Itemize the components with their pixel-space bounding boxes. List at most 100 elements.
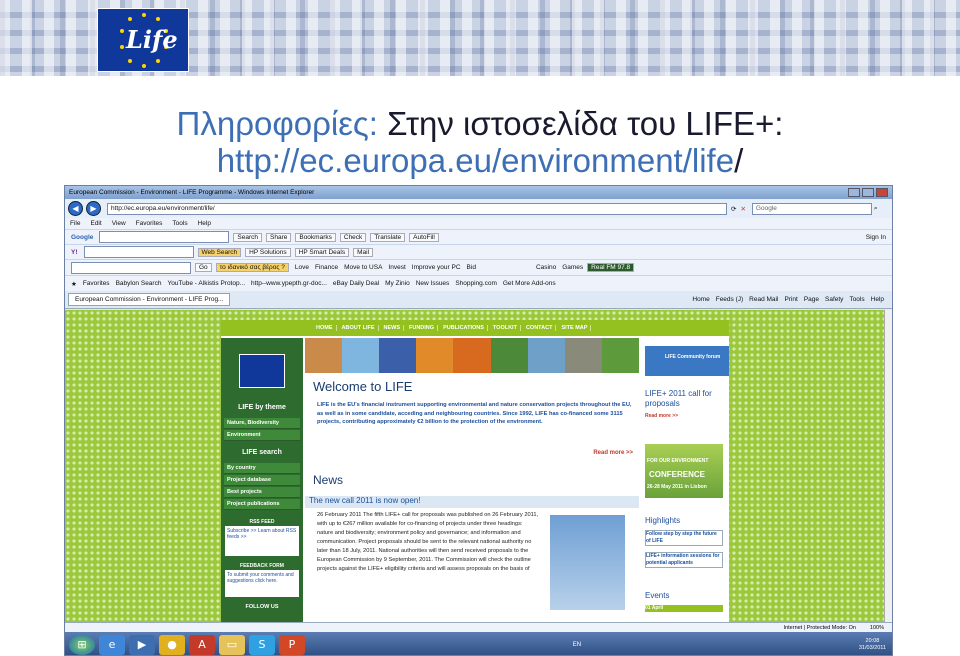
check-button[interactable]: Check [339, 232, 367, 242]
greek-search-button[interactable]: το ιδανικό σας βέρος ? [215, 263, 289, 272]
tools-menu[interactable]: Tools [849, 296, 864, 303]
nav-news[interactable]: NEWS [381, 325, 404, 331]
feedback-text[interactable]: To submit your comments and suggestions … [227, 572, 297, 584]
radio-button[interactable]: Real FM 97.8 [587, 263, 635, 272]
nav-project-db[interactable]: Project database [224, 475, 300, 486]
google-search-button[interactable]: Search [233, 232, 262, 242]
fav-addons[interactable]: Get More Add-ons [503, 280, 556, 287]
go-button[interactable]: Go [195, 263, 212, 272]
fav-zinio[interactable]: My Zinio [385, 280, 410, 287]
forward-icon[interactable]: ▶ [86, 201, 101, 216]
favorites-button[interactable]: Favorites [83, 280, 110, 287]
nav-best-projects[interactable]: Best projects [224, 487, 300, 498]
zoom-level[interactable]: 100% [870, 625, 884, 631]
nav-home[interactable]: HOME [313, 325, 337, 331]
menu-file[interactable]: File [70, 220, 80, 227]
start-orb-icon[interactable]: ⊞ [69, 634, 95, 655]
toolbar3-input[interactable] [71, 261, 191, 274]
conference-banner[interactable]: FOR OUR ENVIRONMENT CONFERENCE 26-28 May… [645, 444, 723, 498]
fav-new-issues[interactable]: New Issues [416, 280, 450, 287]
highlight-2[interactable]: LIFE+ information sessions for potential… [645, 552, 723, 568]
feedback-box[interactable]: FEEDBACK FORM To submit your comments an… [225, 562, 299, 597]
address-input[interactable]: http://ec.europa.eu/environment/life/ [107, 202, 727, 215]
favorites-star-icon[interactable]: ★ [71, 280, 77, 288]
app-icon[interactable]: ● [159, 634, 185, 655]
maximize-icon[interactable] [862, 188, 874, 197]
nav-environment[interactable]: Environment [224, 430, 300, 441]
improve-pc-link[interactable]: Improve your PC [412, 264, 461, 271]
bid-link[interactable]: Bid [467, 264, 476, 271]
clock[interactable]: 20:08 31/03/2011 [859, 638, 886, 652]
follow-us[interactable]: FOLLOW US [221, 604, 303, 610]
print-button[interactable]: Print [784, 296, 797, 303]
autofill-button[interactable]: AutoFill [409, 232, 439, 242]
ie-icon[interactable]: e [99, 634, 125, 655]
feeds-button[interactable]: Feeds (J) [716, 296, 743, 303]
rss-box[interactable]: RSS FEED Subscribe >> Learn about RSS fe… [225, 518, 299, 556]
url-text[interactable]: http://ec.europa.eu/environment/life [217, 142, 734, 179]
fav-shopping[interactable]: Shopping.com [455, 280, 497, 287]
menu-view[interactable]: View [112, 220, 126, 227]
search-engine-input[interactable]: Google [751, 202, 872, 215]
highlight-1[interactable]: Follow step by step the future of LIFE [645, 530, 723, 546]
sign-in-link[interactable]: Sign In [866, 234, 886, 241]
nav-contact[interactable]: CONTACT [523, 325, 557, 331]
invest-link[interactable]: Invest [388, 264, 405, 271]
nav-nature[interactable]: Nature, Biodiversity [224, 418, 300, 429]
web-search-button[interactable]: Web Search [197, 247, 242, 257]
games-link[interactable]: Games [562, 264, 583, 271]
fav-babylon[interactable]: Babylon Search [116, 280, 162, 287]
page-menu[interactable]: Page [804, 296, 819, 303]
forum-link[interactable]: LIFE Community forum [645, 346, 729, 376]
share-button[interactable]: Share [266, 232, 292, 242]
tab-active[interactable]: European Commission - Environment - LIFE… [68, 293, 231, 306]
casino-link[interactable]: Casino [536, 264, 556, 271]
page-scrollbar[interactable] [884, 310, 892, 622]
bookmarks-button[interactable]: Bookmarks [295, 232, 336, 242]
move-to-usa-link[interactable]: Move to USA [344, 264, 382, 271]
yahoo-search-input[interactable] [83, 246, 194, 258]
acrobat-icon[interactable]: A [189, 634, 215, 655]
hp-smart-deals-button[interactable]: HP Smart Deals [294, 247, 350, 257]
nav-by-country[interactable]: By country [224, 463, 300, 474]
read-mail-button[interactable]: Read Mail [749, 296, 778, 303]
media-player-icon[interactable]: ▶ [129, 634, 155, 655]
fav-ypepth[interactable]: http--www.ypepth.gr-doc... [251, 280, 327, 287]
yahoo-icon[interactable]: Y! [71, 249, 78, 256]
menu-favorites[interactable]: Favorites [136, 220, 163, 227]
hp-solutions-button[interactable]: HP Solutions [245, 247, 291, 257]
nav-funding[interactable]: FUNDING [406, 325, 439, 331]
call-link[interactable]: LIFE+ 2011 call for proposals [645, 389, 729, 409]
close-icon[interactable] [876, 188, 888, 197]
safety-menu[interactable]: Safety [825, 296, 843, 303]
stop-icon[interactable]: ✕ [740, 205, 745, 213]
nav-project-pubs[interactable]: Project publications [224, 499, 300, 510]
folder-icon[interactable]: ▭ [219, 634, 245, 655]
event-april[interactable]: 01 April [645, 605, 723, 612]
right-read-more[interactable]: Read more >> [645, 413, 678, 420]
fav-ebay[interactable]: eBay Daily Deal [333, 280, 379, 287]
minimize-icon[interactable] [848, 188, 860, 197]
fav-youtube[interactable]: YouTube - Alkistis Protop... [167, 280, 245, 287]
back-icon[interactable]: ◀ [68, 201, 83, 216]
google-search-input[interactable] [99, 231, 230, 243]
read-more-link[interactable]: Read more >> [593, 450, 633, 456]
nav-publications[interactable]: PUBLICATIONS [440, 325, 488, 331]
mail-button[interactable]: Mail [353, 247, 374, 257]
love-link[interactable]: Love [295, 264, 309, 271]
language-indicator[interactable]: EN [573, 642, 581, 648]
nav-site-map[interactable]: SITE MAP [558, 325, 592, 331]
powerpoint-icon[interactable]: P [279, 634, 305, 655]
skype-icon[interactable]: S [249, 634, 275, 655]
menu-edit[interactable]: Edit [90, 220, 101, 227]
rss-text[interactable]: Subscribe >> Learn about RSS feeds >> [227, 528, 297, 540]
call-heading[interactable]: The new call 2011 is now open! [305, 496, 639, 508]
help-menu[interactable]: Help [871, 296, 884, 303]
home-button[interactable]: Home [692, 296, 709, 303]
finance-link[interactable]: Finance [315, 264, 338, 271]
search-icon[interactable]: ⌕ [874, 205, 878, 213]
translate-button[interactable]: Translate [370, 232, 406, 242]
menu-tools[interactable]: Tools [172, 220, 187, 227]
nav-toolkit[interactable]: TOOLKIT [490, 325, 521, 331]
slide-url[interactable]: http://ec.europa.eu/environment/life/ [0, 141, 960, 181]
